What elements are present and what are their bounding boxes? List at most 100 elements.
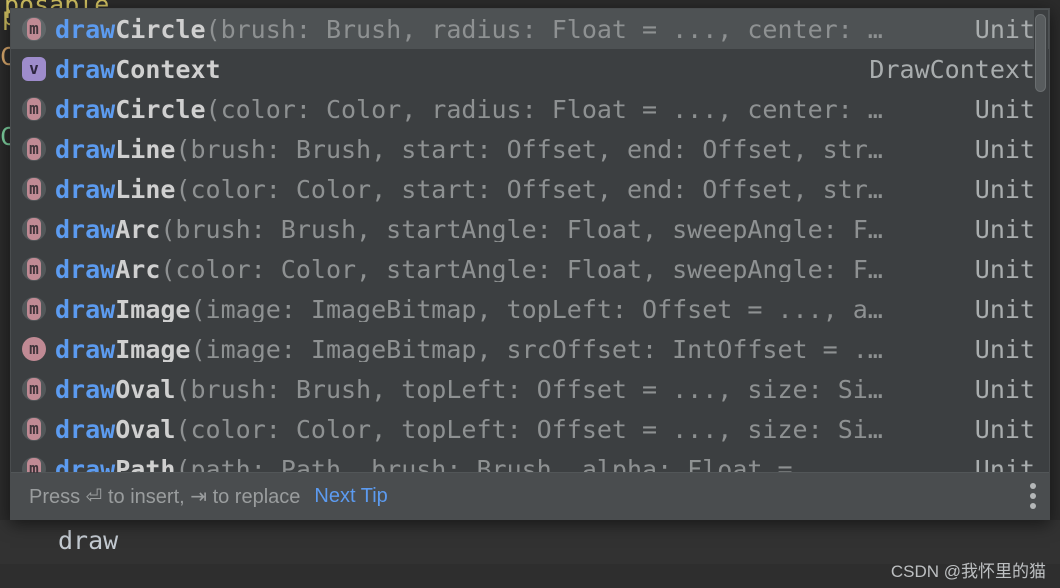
completion-item-return-type: Unit [974,214,1035,244]
completion-item[interactable]: m draw Path (path: Path, brush: Brush, alph… [11,449,1049,473]
completion-item-prefix: draw [55,216,116,242]
completion-item-label: draw Line (color: Color, start: Offset, en… [55,177,961,202]
method-icon: m [19,454,49,473]
completion-item-prefix: draw [55,456,116,474]
completion-scrollbar-thumb[interactable] [1035,14,1046,92]
completion-hint-text: Press ⏎ to insert, ⇥ to replace [29,485,301,508]
completion-item-label: draw Context [55,57,855,82]
completion-item-signature: (color: Color, topLeft: Offset = ..., si… [175,416,883,442]
completion-item-signature: (brush: Brush, startAngle: Float, sweepA… [160,216,883,242]
completion-item-signature: (brush: Brush, start: Offset, end: Offse… [175,136,883,162]
completion-item-prefix: draw [55,416,116,442]
completion-item-signature: (brush: Brush, topLeft: Offset = ..., si… [175,376,883,402]
editor-typed-prefix: draw [58,526,119,555]
completion-item[interactable]: m draw Oval (brush: Brush, topLeft: Offset … [11,369,1049,409]
completion-item-name: Line [115,176,176,202]
completion-item[interactable]: v draw Context DrawContext [11,49,1049,89]
completion-item-prefix: draw [55,56,116,82]
completion-item[interactable]: m draw Arc (color: Color, startAngle: Float… [11,249,1049,289]
completion-item-name: Circle [115,16,206,42]
kebab-dot-2 [1030,493,1036,499]
icon-letter: m [29,299,39,318]
completion-item[interactable]: m draw Line (brush: Brush, start: Offset, e… [11,129,1049,169]
completion-item-name: Oval [115,416,176,442]
next-tip-link[interactable]: Next Tip [314,485,387,508]
method-icon: m [19,254,49,284]
completion-item[interactable]: m draw Circle (brush: Brush, radius: Float … [11,9,1049,49]
completion-item[interactable]: m draw Image (image: ImageBitmap, srcOffset… [11,329,1049,369]
value-icon: v [19,54,49,84]
icon-letter: m [29,259,39,278]
icon-letter: m [29,339,39,358]
completion-item[interactable]: m draw Oval (color: Color, topLeft: Offset … [11,409,1049,449]
completion-item-name: Image [115,336,191,362]
kebab-dot-3 [1030,503,1036,509]
completion-item-return-type: Unit [974,94,1035,124]
completion-item-prefix: draw [55,256,116,282]
completion-item[interactable]: m draw Line (color: Color, start: Offset, e… [11,169,1049,209]
completion-item-return-type: Unit [974,414,1035,444]
method-icon: m [19,174,49,204]
completion-item-name: Line [115,136,176,162]
completion-item[interactable]: m draw Image (image: ImageBitmap, topLeft: … [11,289,1049,329]
icon-letter: m [29,99,39,118]
icon-letter: m [29,459,39,474]
watermark: CSDN @我怀里的猫 [890,562,1046,581]
completion-item-signature: (image: ImageBitmap, topLeft: Offset = .… [190,296,883,322]
completion-item-name: Context [115,56,221,82]
completion-item-return-type: DrawContext [869,54,1035,84]
completion-item[interactable]: m draw Arc (brush: Brush, startAngle: Float… [11,209,1049,249]
icon-letter: m [29,19,39,38]
method-icon: m [19,294,49,324]
completion-item-prefix: draw [55,136,116,162]
completion-item-signature: (color: Color, start: Offset, end: Offse… [175,176,883,202]
completion-item-prefix: draw [55,176,116,202]
completion-item-label: draw Circle (brush: Brush, radius: Float =… [55,17,961,42]
method-solid-icon: m [19,334,49,364]
completion-item-name: Arc [115,216,161,242]
completion-item-return-type: Unit [974,134,1035,164]
code-completion-popup[interactable]: m draw Circle (brush: Brush, radius: Float … [10,8,1050,520]
completion-item-return-type: Unit [974,294,1035,324]
icon-letter: m [29,219,39,238]
completion-item-label: draw Line (brush: Brush, start: Offset, en… [55,137,961,162]
completion-item-return-type: Unit [974,334,1035,364]
icon-letter: m [29,419,39,438]
screen: posable p C C draw mdrawCircle(brush: Br… [0,0,1060,588]
completion-item-return-type: Unit [974,454,1035,474]
completion-item-label: draw Arc (brush: Brush, startAngle: Float,… [55,217,961,242]
completion-item-name: Image [115,296,191,322]
completion-item-name: Circle [115,96,206,122]
completion-item-label: draw Image (image: ImageBitmap, srcOffset:… [55,337,961,362]
method-icon: m [19,14,49,44]
completion-scrollbar-track[interactable] [1034,10,1048,472]
completion-item[interactable]: m draw Circle (color: Color, radius: Float … [11,89,1049,129]
completion-item-signature: (color: Color, radius: Float = ..., cent… [205,96,883,122]
kebab-dot-1 [1030,483,1036,489]
completion-item-signature: (path: Path, brush: Brush, alpha: Float … [175,456,793,474]
completion-item-return-type: Unit [974,254,1035,284]
method-icon: m [19,134,49,164]
completion-item-name: Path [115,456,176,474]
method-icon: m [19,414,49,444]
completion-item-return-type: Unit [974,374,1035,404]
overflow-menu-icon[interactable] [1025,483,1041,509]
completion-list[interactable]: m draw Circle (brush: Brush, radius: Float … [11,9,1049,473]
completion-item-label: draw Circle (color: Color, radius: Float =… [55,97,961,122]
completion-item-label: draw Arc (color: Color, startAngle: Float,… [55,257,961,282]
completion-item-name: Oval [115,376,176,402]
completion-item-name: Arc [115,256,161,282]
completion-item-prefix: draw [55,16,116,42]
icon-letter: m [29,379,39,398]
icon-letter: m [29,179,39,198]
completion-item-prefix: draw [55,296,116,322]
completion-item-return-type: Unit [974,14,1035,44]
completion-item-return-type: Unit [974,174,1035,204]
completion-item-prefix: draw [55,376,116,402]
completion-item-label: draw Oval (brush: Brush, topLeft: Offset =… [55,377,961,402]
completion-item-prefix: draw [55,336,116,362]
method-icon: m [19,214,49,244]
completion-item-signature: (color: Color, startAngle: Float, sweepA… [160,256,883,282]
icon-letter: v [29,59,39,78]
completion-item-signature: (image: ImageBitmap, srcOffset: IntOffse… [190,336,883,362]
